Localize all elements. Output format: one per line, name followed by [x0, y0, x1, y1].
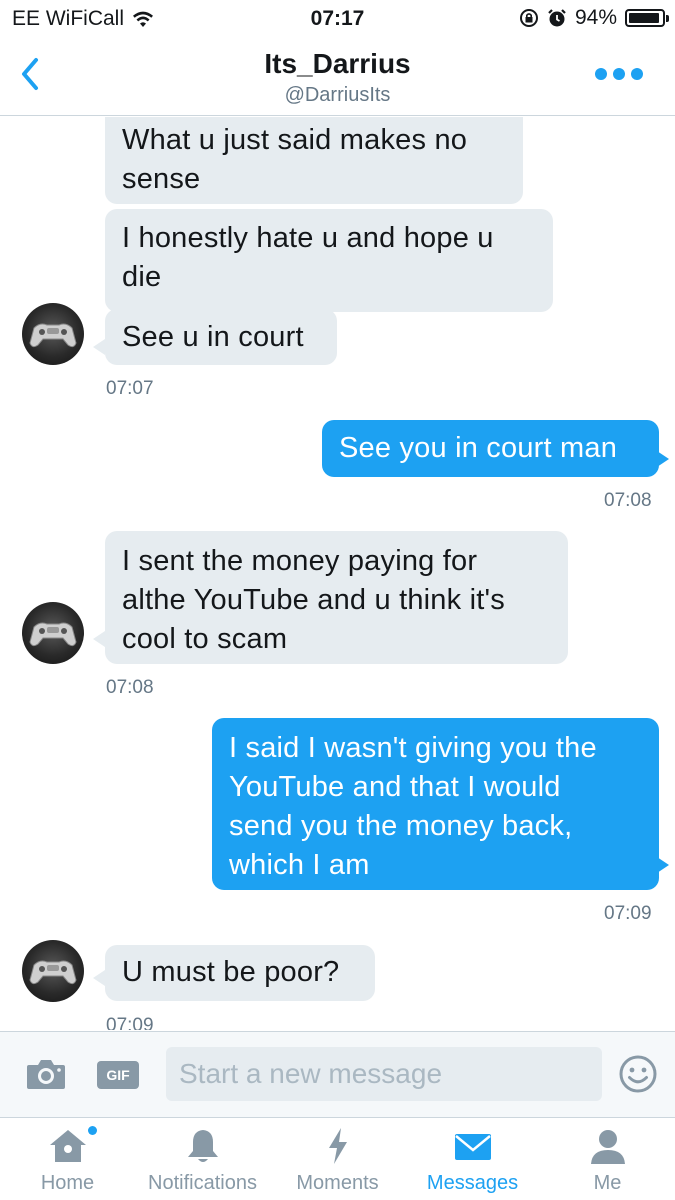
bell-icon [187, 1130, 218, 1162]
message-input[interactable] [166, 1047, 602, 1101]
alarm-icon [548, 9, 566, 27]
message-timestamp: 07:07 [106, 378, 154, 399]
outgoing-message[interactable]: I said I wasn't giving you the YouTube a… [212, 718, 659, 890]
outgoing-message[interactable]: See you in court man [322, 420, 659, 477]
bubble-tail [657, 857, 669, 873]
tab-notifications[interactable]: Notifications [135, 1118, 270, 1200]
emoji-icon[interactable] [618, 1054, 658, 1094]
camera-icon[interactable] [25, 1056, 67, 1092]
tab-me[interactable]: Me [540, 1118, 675, 1200]
message-timestamp: 07:08 [604, 490, 652, 511]
lightning-icon [328, 1128, 347, 1164]
controller-avatar-image [29, 622, 77, 647]
incoming-message[interactable]: What u just said makes no sense [105, 117, 523, 204]
bubble-tail [93, 970, 105, 986]
avatar[interactable] [22, 602, 84, 664]
tab-bar: Home Notifications Moments Messages Me [0, 1117, 675, 1200]
tab-label: Me [593, 1172, 622, 1194]
message-timestamp: 07:09 [604, 903, 652, 924]
conversation-header: Its_Darrius @DarriusIts [0, 40, 675, 116]
rotation-lock-icon [519, 9, 538, 27]
tab-label: Notifications [148, 1172, 257, 1194]
battery-fill [629, 13, 660, 23]
conversation-handle: @DarriusIts [284, 84, 391, 106]
envelope-icon [454, 1134, 491, 1160]
person-icon [590, 1130, 625, 1164]
tab-label: Messages [426, 1172, 519, 1194]
avatar[interactable] [22, 940, 84, 1002]
tab-messages[interactable]: Messages [405, 1118, 540, 1200]
message-text: I honestly hate u and hope u die [122, 222, 494, 293]
tab-label: Moments [296, 1172, 379, 1194]
bubble-tail [657, 451, 669, 467]
home-icon [49, 1130, 86, 1162]
message-list[interactable]: What u just said makes no sense I honest… [0, 117, 675, 1030]
message-timestamp: 07:08 [106, 677, 154, 698]
bubble-tail [93, 631, 105, 647]
tab-home[interactable]: Home [0, 1118, 135, 1200]
message-timestamp: 07:09 [106, 1015, 154, 1030]
incoming-message[interactable]: See u in court [105, 309, 337, 365]
bubble-tail [93, 339, 105, 355]
incoming-message[interactable]: I sent the money paying for althe YouTub… [105, 531, 568, 664]
notification-dot [88, 1126, 97, 1135]
battery-percentage: 94% [574, 6, 617, 29]
status-right: 94% [519, 6, 669, 30]
tab-label: Home [40, 1172, 95, 1194]
message-composer: GIF [0, 1031, 675, 1117]
incoming-message[interactable]: U must be poor? [105, 945, 375, 1001]
tab-moments[interactable]: Moments [270, 1118, 405, 1200]
conversation-title: Its_Darrius [264, 48, 411, 79]
battery-icon [625, 9, 669, 27]
more-dots-icon[interactable] [595, 68, 643, 80]
controller-avatar-image [29, 960, 77, 985]
controller-avatar-image [29, 323, 77, 348]
avatar[interactable] [22, 303, 84, 365]
gif-button[interactable]: GIF [97, 1061, 139, 1089]
status-bar: EE WiFiCall 07:17 94% [0, 0, 675, 40]
